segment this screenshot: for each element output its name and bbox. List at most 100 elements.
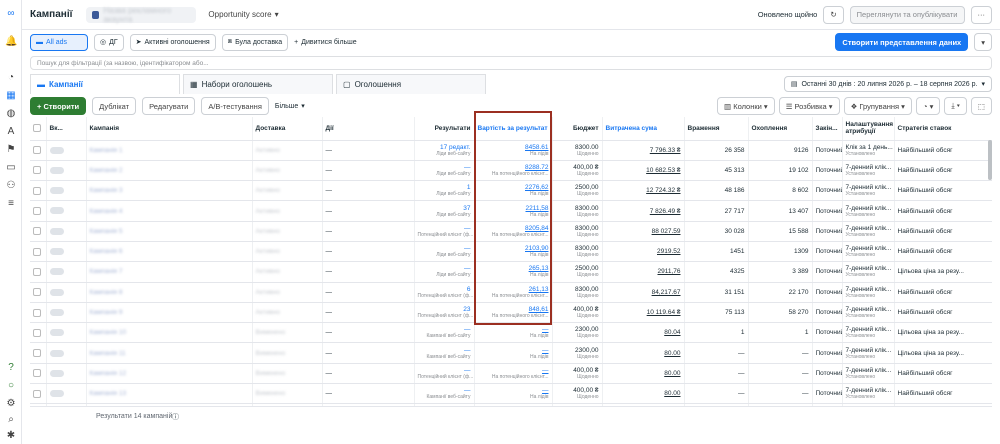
budget-value[interactable]: 8300.00 [575,144,599,151]
table-row[interactable]: Кампанія 11 Вимкнено — — Кампанії веб-сайту —… [30,342,992,364]
campaign-name[interactable]: Кампанія 5 [86,221,253,242]
col-actions[interactable]: Дії [322,117,415,141]
feedback-icon[interactable]: ○ [5,380,17,392]
help-icon[interactable]: ? [5,362,17,374]
settings-icon[interactable]: ⚙ [5,398,17,410]
col-impressions[interactable]: Враження [684,117,749,141]
cost-value[interactable]: — [542,326,549,333]
col-onoff[interactable]: Вк... [46,117,87,141]
billing-icon[interactable]: ▭ [5,162,17,174]
row-toggle[interactable] [46,160,87,182]
row-toggle[interactable] [46,221,87,242]
campaign-name[interactable]: Кампанія 1 [86,140,253,161]
campaign-name[interactable]: Кампанія 7 [86,261,253,283]
row-toggle[interactable] [46,180,87,202]
columns-button[interactable]: ▥ Колонки ▾ [717,97,775,115]
row-toggle[interactable] [46,200,87,222]
campaign-name-text[interactable]: Кампанія 9 [90,309,123,316]
row-toggle[interactable] [46,363,87,385]
toggle-switch[interactable] [49,329,64,337]
col-attribution[interactable]: Налаштування атрибуції [842,117,895,141]
view-menu-button[interactable]: ▾ [974,33,992,51]
opportunity-score[interactable]: Opportunity score ▾ [208,10,278,19]
budget-value[interactable]: 400,00 ₴ [573,306,598,313]
events-icon[interactable]: ⚑ [5,144,17,156]
cost-value[interactable]: 8205,84 [525,225,549,232]
toggle-switch[interactable] [49,227,64,235]
all-ads-filter[interactable]: ▬ All ads [30,33,88,51]
more-options-button[interactable]: ··· [970,5,992,24]
results-value[interactable]: 6 [467,286,471,293]
budget-value[interactable]: 8300,00 [575,245,599,252]
results-value[interactable]: — [464,367,471,374]
budget-value[interactable]: 8300,00 [575,225,599,232]
row-checkbox[interactable] [30,221,47,242]
table-row[interactable]: Кампанія 3 Активно —1 Ліди веб-сайту 2276,62… [30,180,992,202]
campaign-name[interactable]: Кампанія 2 [86,160,253,182]
results-value[interactable]: 23 [463,306,470,313]
results-value[interactable]: — [464,225,471,232]
toggle-switch[interactable] [49,207,64,215]
col-results[interactable]: Результати [414,117,475,141]
table-row[interactable]: Кампанія 1 Активно —17 редакт. Ліди веб-сай… [30,140,992,161]
row-checkbox[interactable] [30,322,47,344]
row-toggle[interactable] [46,140,87,161]
toggle-switch[interactable] [49,166,64,174]
row-toggle[interactable] [46,302,87,324]
active-ads-filter[interactable]: ➤ Активні оголошення [129,33,216,51]
campaign-name-text[interactable]: Кампанія 13 [90,390,127,397]
audiences-icon[interactable]: ◍ [5,108,17,120]
toggle-switch[interactable] [49,308,64,316]
cost-value[interactable]: 848,61 [529,306,549,313]
table-row[interactable]: Кампанія 10 Вимкнено — — Кампанії веб-сайту —… [30,322,992,344]
table-scrollbar[interactable] [988,140,992,180]
col-reach[interactable]: Охоплення [748,117,813,141]
ab-test-icon[interactable]: A [5,126,17,138]
results-value[interactable]: — [464,164,471,171]
campaign-name-text[interactable]: Кампанія 5 [90,228,123,235]
cost-value[interactable]: 265,13 [529,265,549,272]
row-toggle[interactable] [46,383,87,405]
campaign-name[interactable]: Кампанія 8 [86,282,253,303]
search-icon[interactable]: ⌕ [5,414,17,426]
campaign-name-text[interactable]: Кампанія 3 [90,187,123,194]
row-checkbox[interactable] [30,342,47,364]
edit-button[interactable]: Редагувати [142,97,196,115]
row-toggle[interactable] [46,322,87,344]
account-selector[interactable]: Назва рекламного акаунта [86,6,197,24]
menu-icon[interactable]: ≡ [5,198,17,210]
breakdown-button[interactable]: ☰ Розбивка ▾ [778,97,840,115]
cost-value[interactable]: 2211,58 [525,205,548,212]
cost-value[interactable]: 2276,62 [525,184,549,191]
results-value[interactable]: — [464,347,471,354]
budget-value[interactable]: 2300,00 [575,347,599,354]
delivery-filter[interactable]: ⧈ Була доставка [221,33,289,51]
export-button[interactable]: ⤓ ▾ [944,97,967,115]
campaign-name-text[interactable]: Кампанія 12 [90,370,127,377]
col-bid-strategy[interactable]: Стратегія ставок [894,117,992,141]
toggle-switch[interactable] [49,349,64,357]
toggle-switch[interactable] [49,146,64,154]
cost-value[interactable]: — [542,367,549,374]
campaign-name[interactable]: Кампанія 4 [86,200,253,222]
account-overview-icon[interactable]: ◔ [5,72,17,84]
create-button[interactable]: + Створити [30,97,87,115]
row-toggle[interactable] [46,342,87,364]
tab-adsets[interactable]: ▦ Набори оголошень [183,74,333,94]
row-checkbox[interactable] [30,383,47,405]
row-checkbox[interactable] [30,363,47,385]
toggle-switch[interactable] [49,288,64,296]
table-row[interactable]: Кампанія 6 Активно — — Ліди веб-сайту 2103,90… [30,241,992,263]
row-checkbox[interactable] [30,180,47,202]
more-actions-button[interactable]: Більше ▾ [275,102,305,111]
budget-value[interactable]: 2500,00 [575,184,599,191]
campaign-name-text[interactable]: Кампанія 1 [90,147,123,154]
row-checkbox[interactable] [30,140,47,161]
row-checkbox[interactable] [30,200,47,222]
expand-button[interactable]: ⬚ [970,97,992,115]
toggle-switch[interactable] [49,248,64,256]
date-range-picker[interactable]: ▤ Останні 30 днів : 20 липня 2026 р. – 18… [783,76,992,92]
people-icon[interactable]: ⚇ [5,180,17,192]
cost-value[interactable]: — [542,387,549,394]
row-toggle[interactable] [46,261,87,283]
